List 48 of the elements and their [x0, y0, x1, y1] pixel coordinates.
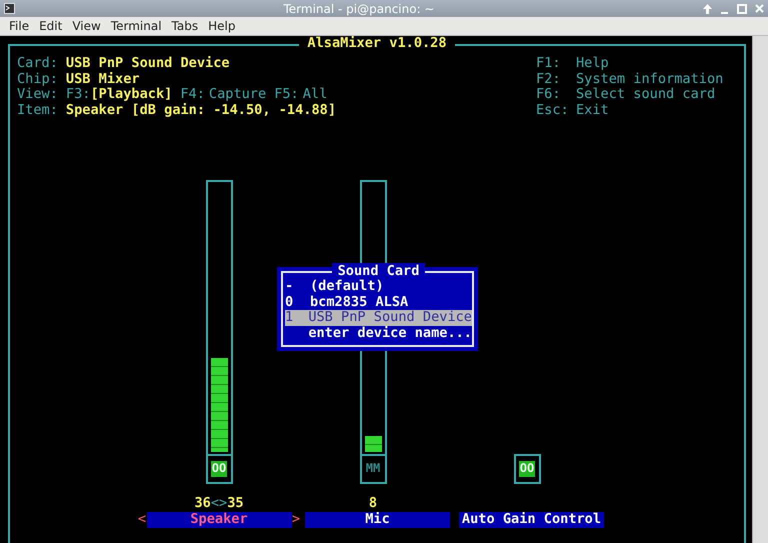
info-value: Speaker [dB gain: -14.50, -14.88] — [66, 102, 336, 118]
menu-item[interactable]: Edit — [34, 17, 68, 35]
channel-label[interactable]: Auto Gain Control — [459, 512, 604, 528]
menu-item[interactable]: Help — [203, 17, 240, 35]
view-key: F4: — [180, 87, 205, 103]
channel-label[interactable]: Speaker — [146, 512, 292, 528]
volume-value: 8 — [368, 496, 378, 512]
menu-item[interactable]: Terminal — [106, 17, 167, 35]
view-tab[interactable]: All — [302, 87, 328, 103]
help-text: Help — [576, 56, 610, 72]
view-key: F5: — [274, 87, 299, 103]
device-item[interactable]: enter device name... — [285, 326, 472, 341]
help-text: System information — [576, 72, 724, 88]
selection-marker: > — [292, 512, 300, 528]
help-text: Exit — [576, 102, 610, 118]
help-key: F6: — [536, 87, 561, 103]
device-item[interactable]: 0 bcm2835 ALSA — [285, 294, 472, 310]
window-title: Terminal - pi@pancino: ~ — [282, 2, 436, 16]
info-label: View: — [17, 87, 58, 103]
volume-value: <> — [210, 496, 228, 512]
terminal-app-icon — [4, 3, 15, 14]
channel-label[interactable]: Mic — [305, 512, 450, 528]
info-label: Chip: — [17, 72, 58, 88]
help-key: F2: — [536, 72, 561, 88]
info-value: USB Mixer — [66, 72, 140, 88]
view-tab[interactable]: Capture — [208, 87, 266, 103]
menu-item[interactable]: Tabs — [166, 17, 204, 35]
info-label: Item: — [17, 102, 58, 118]
info-label: Card: — [17, 56, 58, 72]
mute-switch[interactable]: MM — [360, 454, 386, 484]
close-icon[interactable] — [755, 4, 764, 13]
maximize-icon[interactable] — [737, 4, 747, 14]
help-key: F1: — [536, 56, 561, 72]
volume-value: 35 — [227, 496, 244, 512]
pin-icon[interactable] — [703, 4, 712, 14]
menu-item[interactable]: File — [4, 17, 34, 35]
volume-slider[interactable] — [206, 180, 232, 454]
help-text: Select sound card — [576, 87, 716, 103]
view-tab[interactable]: [Playback] — [90, 87, 172, 103]
selection-marker: < — [138, 512, 146, 528]
scrollbar[interactable] — [752, 36, 768, 543]
view-key: F3: — [66, 87, 90, 103]
menu-item[interactable]: View — [67, 17, 106, 35]
info-value: USB PnP Sound Device — [66, 56, 230, 72]
volume-value: 36 — [194, 496, 211, 512]
device-item[interactable]: 1 USB PnP Sound Device — [285, 310, 472, 326]
help-key: Esc: — [536, 102, 569, 118]
device-item[interactable]: - (default) — [285, 279, 472, 294]
